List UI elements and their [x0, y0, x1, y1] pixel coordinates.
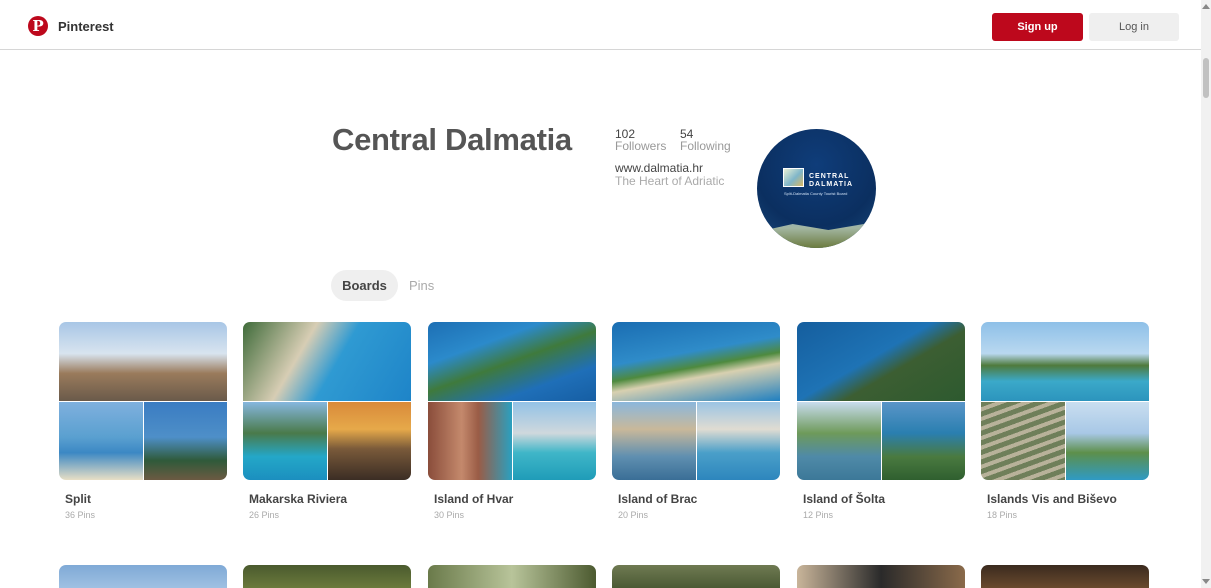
board-cover[interactable] [428, 322, 596, 480]
scroll-down-arrow-icon[interactable] [1202, 579, 1210, 584]
board-cover-image [797, 402, 881, 480]
log-in-button[interactable]: Log in [1089, 13, 1179, 41]
board-title[interactable]: Island of Hvar [434, 492, 513, 506]
board-pin-count: 26 Pins [249, 510, 280, 520]
board-cover-image [612, 402, 696, 480]
tab-pins[interactable]: Pins [409, 270, 434, 301]
board-card-partial[interactable] [981, 565, 1149, 588]
board-cover-image [1066, 402, 1149, 480]
board-pin-count: 30 Pins [434, 510, 465, 520]
avatar-coast-image [757, 222, 876, 248]
pinterest-logo-icon[interactable]: P [28, 16, 48, 36]
board-cover-image [59, 402, 143, 480]
board-cover-main-image [59, 322, 227, 401]
board-cover-image [243, 402, 327, 480]
board-cover-image [697, 402, 780, 480]
board-pin-count: 36 Pins [65, 510, 96, 520]
board-cover-image [981, 402, 1065, 480]
board-cover-image [328, 402, 411, 480]
following-stat[interactable]: 54 Following [680, 128, 731, 152]
board-title[interactable]: Island of Šolta [803, 492, 885, 506]
board-pin-count: 20 Pins [618, 510, 649, 520]
sign-up-button[interactable]: Sign up [992, 13, 1083, 41]
following-label: Following [680, 139, 731, 153]
board-cover-image [428, 402, 512, 480]
board-cover-image [882, 402, 965, 480]
profile-name: Central Dalmatia [332, 122, 572, 157]
board-card-partial[interactable] [243, 565, 411, 588]
board-cover-main-image [981, 322, 1149, 401]
vertical-scrollbar[interactable] [1201, 0, 1211, 588]
board-cover[interactable] [612, 322, 780, 480]
avatar-logo-text: CENTRAL DALMATIA [809, 173, 853, 189]
board-cover-main-image [797, 322, 965, 401]
board-cover[interactable] [797, 322, 965, 480]
board-cover[interactable] [981, 322, 1149, 480]
board-cover-image [513, 402, 596, 480]
board-cover-main-image [612, 322, 780, 401]
board-card-partial[interactable] [797, 565, 965, 588]
avatar-text-line-1: CENTRAL [809, 173, 850, 180]
followers-label: Followers [615, 139, 667, 153]
avatar-logo-mark [783, 168, 804, 187]
board-card-partial[interactable] [59, 565, 227, 588]
avatar-text-line-2: DALMATIA [809, 181, 854, 188]
board-cover[interactable] [59, 322, 227, 480]
board-cover[interactable] [243, 322, 411, 480]
scroll-thumb[interactable] [1203, 58, 1209, 98]
board-title[interactable]: Island of Brac [618, 492, 697, 506]
board-pin-count: 18 Pins [987, 510, 1018, 520]
profile-tagline: The Heart of Adriatic [615, 174, 725, 188]
board-title[interactable]: Islands Vis and Biševo [987, 492, 1117, 506]
pinterest-profile-page: P Pinterest Sign up Log in Central Dalma… [0, 0, 1211, 588]
board-cover-image [144, 402, 227, 480]
board-card-partial[interactable] [428, 565, 596, 588]
top-header: P Pinterest Sign up Log in [0, 0, 1201, 50]
board-cover-main-image [428, 322, 596, 401]
profile-website-link[interactable]: www.dalmatia.hr [615, 161, 703, 175]
tab-boards[interactable]: Boards [331, 270, 398, 301]
board-card-partial[interactable] [612, 565, 780, 588]
board-title[interactable]: Split [65, 492, 91, 506]
profile-avatar: CENTRAL DALMATIA Split-Dalmatia County T… [757, 129, 876, 248]
board-title[interactable]: Makarska Riviera [249, 492, 347, 506]
followers-stat[interactable]: 102 Followers [615, 128, 666, 152]
scroll-up-arrow-icon[interactable] [1202, 4, 1210, 9]
board-pin-count: 12 Pins [803, 510, 834, 520]
board-cover-main-image [243, 322, 411, 401]
avatar-subtext: Split-Dalmatia County Tourist Board [784, 191, 848, 196]
brand-name[interactable]: Pinterest [58, 19, 114, 34]
